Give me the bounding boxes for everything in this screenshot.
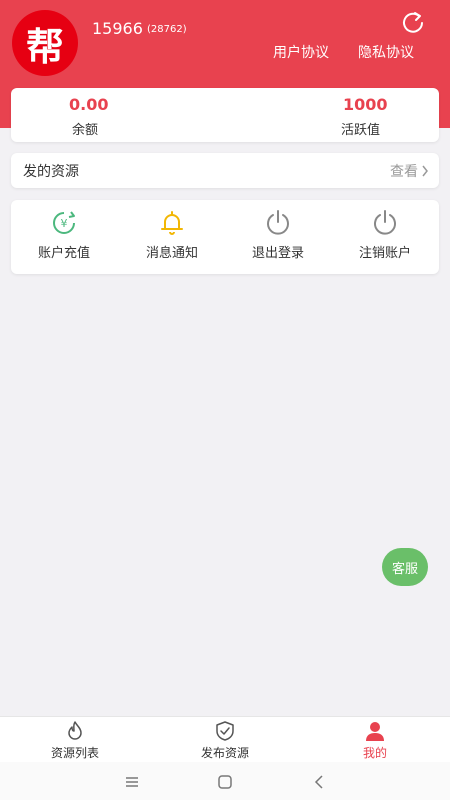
activity-label: 活跃值 [341, 123, 381, 138]
app-logo: 帮 [12, 10, 78, 76]
user-phone: 15966 [92, 19, 143, 38]
my-resources-title: 发的资源 [23, 164, 79, 180]
power-icon [374, 210, 396, 235]
refresh-icon[interactable] [400, 10, 426, 36]
customer-service-button[interactable]: 客服 [382, 548, 428, 586]
delete-account-label: 注销账户 [358, 246, 411, 261]
user-icon [366, 722, 384, 741]
tab-resource-list-label: 资源列表 [50, 746, 99, 760]
svg-text:¥: ¥ [61, 217, 68, 230]
recharge-label: 账户充值 [37, 246, 90, 261]
tab-mine[interactable]: 我的 [330, 720, 420, 762]
flame-icon [68, 721, 82, 740]
activity-value: 1000 [343, 95, 388, 114]
tab-publish-resource-label: 发布资源 [200, 746, 249, 760]
user-id: (28762) [147, 24, 187, 35]
balance-label: 余额 [72, 123, 99, 138]
chevron-right-icon [422, 165, 428, 177]
logout-button[interactable]: 退出登录 [233, 208, 323, 266]
balance-value: 0.00 [69, 95, 109, 114]
menu-icon[interactable] [124, 774, 140, 790]
my-resources-row[interactable]: 发的资源 查看 [11, 153, 439, 188]
notifications-label: 消息通知 [145, 246, 198, 261]
power-icon [267, 210, 289, 235]
view-resources-link[interactable]: 查看 [390, 161, 429, 181]
home-icon[interactable] [217, 774, 233, 790]
bottom-tab-bar: 资源列表 发布资源 我的 [0, 716, 450, 762]
view-label: 查看 [390, 164, 418, 180]
tab-resource-list[interactable]: 资源列表 [30, 720, 120, 762]
recharge-icon: ¥ [53, 211, 75, 234]
delete-account-button[interactable]: 注销账户 [340, 208, 430, 266]
notifications-button[interactable]: 消息通知 [127, 208, 217, 266]
user-agreement-link[interactable]: 用户协议 [273, 42, 329, 62]
shield-check-icon [216, 721, 234, 741]
bell-icon [161, 211, 183, 235]
tab-publish-resource[interactable]: 发布资源 [180, 720, 270, 762]
stats-card: 0.00 余额 1000 活跃值 [11, 88, 439, 142]
system-navigation-bar [0, 762, 450, 800]
privacy-agreement-link[interactable]: 隐私协议 [358, 42, 414, 62]
recharge-button[interactable]: ¥ 账户充值 [19, 208, 109, 266]
actions-card: ¥ 账户充值 消息通知 退出登录 注销账户 [11, 200, 439, 274]
back-icon[interactable] [311, 774, 327, 790]
tab-mine-label: 我的 [362, 746, 387, 760]
logout-label: 退出登录 [251, 246, 304, 261]
